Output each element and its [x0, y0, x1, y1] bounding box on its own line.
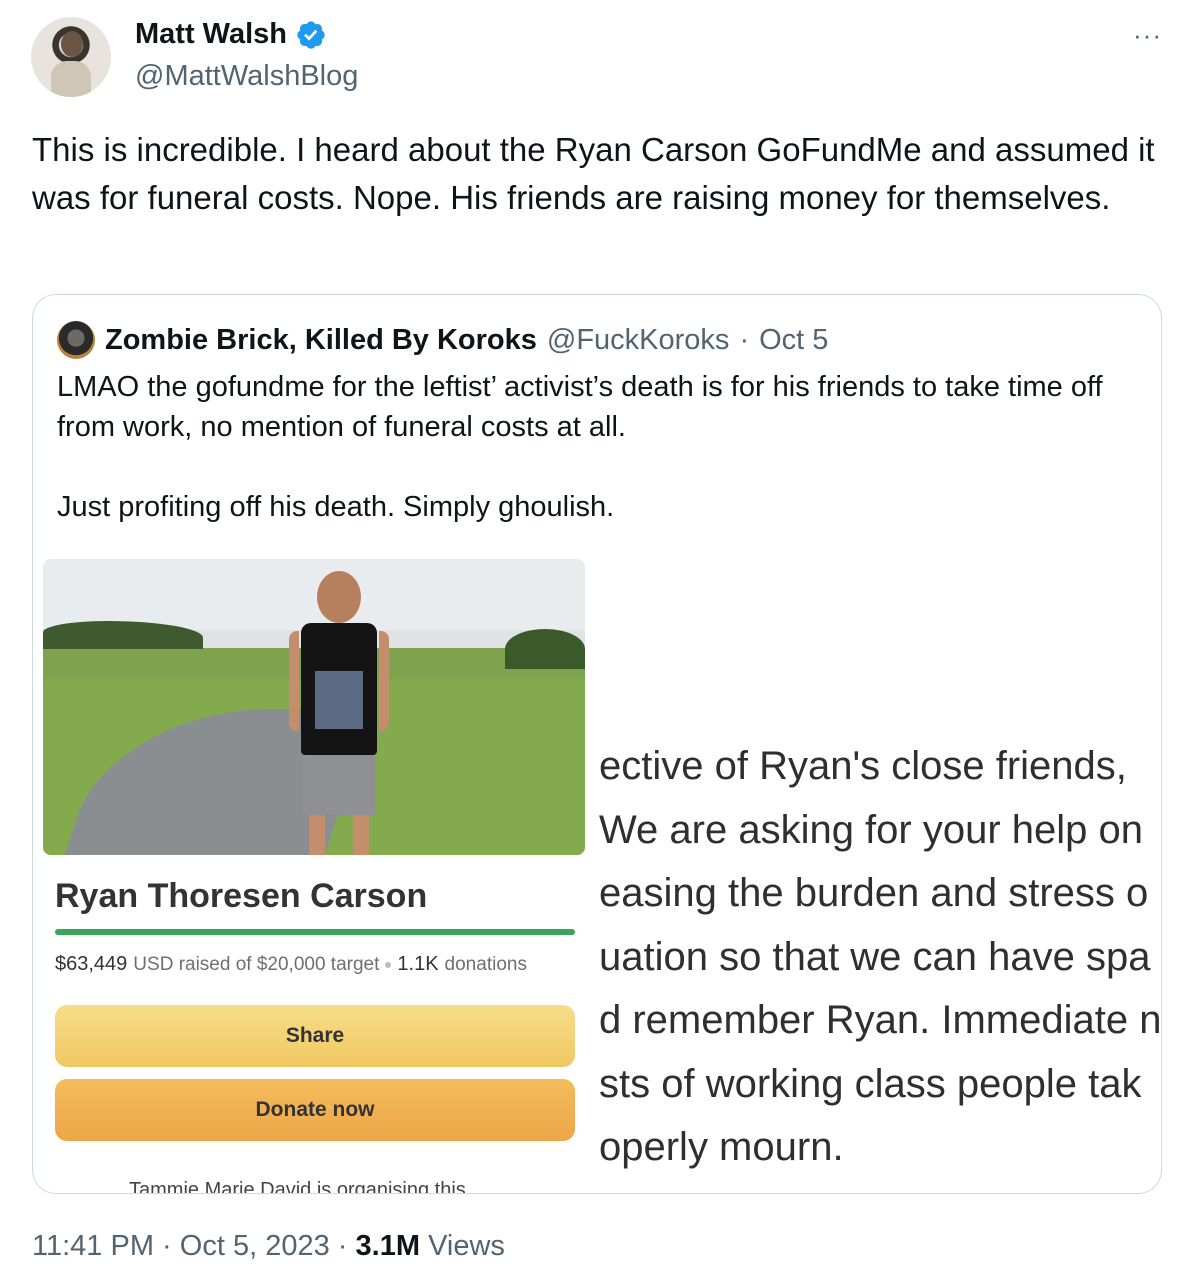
organiser-text: Tammie Marie David is organising this	[129, 1179, 466, 1194]
views-label: Views	[428, 1230, 505, 1262]
excerpt-line: sts of working class people tak	[599, 1061, 1142, 1106]
stats-dot-separator	[385, 961, 392, 968]
excerpt-line: operly mourn.	[599, 1125, 844, 1169]
person-head	[317, 571, 361, 623]
person-shorts	[303, 755, 375, 815]
fundraiser-stats: $63,449 USD raised of $20,000 target 1.1…	[55, 953, 527, 976]
avatar-head-shape	[61, 31, 83, 57]
raised-suffix: USD raised of $20,000 target	[133, 953, 380, 975]
person-legs	[309, 815, 369, 855]
tweet-metadata: 11:41 PM · Oct 5, 2023 · 3.1M Views	[32, 1230, 505, 1263]
excerpt-line: ective of Ryan's close friends,	[599, 744, 1127, 788]
quoted-author-avatar[interactable]	[57, 321, 95, 359]
quoted-author-name[interactable]: Zombie Brick, Killed By Koroks	[105, 324, 537, 357]
author-handle[interactable]: @MattWalshBlog	[135, 60, 358, 93]
avatar-body-shape	[51, 61, 91, 97]
meta-separator: ·	[162, 1230, 172, 1262]
donations-label: donations	[444, 953, 527, 975]
meta-separator: ·	[337, 1230, 348, 1262]
verified-badge-icon	[297, 20, 325, 49]
share-button: Share	[55, 1005, 575, 1067]
excerpt-line: uation so that we can have spa	[599, 934, 1151, 979]
photo-person	[289, 571, 389, 855]
excerpt-line: easing the burden and stress o	[599, 871, 1149, 915]
quoted-tweet-header: Zombie Brick, Killed By Koroks @FuckKoro…	[57, 321, 828, 359]
quoted-tweet-text: LMAO the gofundme for the leftist’ activ…	[57, 371, 1103, 523]
tweet-time[interactable]: 11:41 PM	[32, 1230, 154, 1262]
donations-count: 1.1K	[397, 953, 439, 975]
photo-trees-left	[43, 621, 203, 649]
person-shirt-print	[315, 671, 363, 729]
tweet-date[interactable]: Oct 5, 2023	[180, 1230, 330, 1262]
author-avatar[interactable]	[31, 17, 111, 97]
fundraiser-progress-bar	[55, 929, 575, 935]
author-display-name[interactable]: Matt Walsh	[135, 18, 287, 51]
quoted-tweet-date[interactable]: Oct 5	[759, 324, 828, 357]
photo-trees-right	[505, 629, 585, 669]
more-options-icon[interactable]: ···	[1133, 20, 1162, 51]
quoted-tweet[interactable]: Zombie Brick, Killed By Koroks @FuckKoro…	[32, 294, 1162, 1194]
donate-now-button: Donate now	[55, 1079, 575, 1141]
fundraiser-title: Ryan Thoresen Carson	[55, 877, 428, 915]
tweet-text: This is incredible. I heard about the Ry…	[32, 131, 1164, 216]
excerpt-line: d remember Ryan. Immediate n	[599, 998, 1162, 1042]
raised-amount: $63,449	[55, 953, 128, 975]
author-name-row: Matt Walsh	[135, 18, 327, 51]
excerpt-line: We are asking for your help on	[599, 807, 1144, 852]
quoted-author-handle[interactable]: @FuckKoroks	[547, 324, 730, 357]
fundraiser-photo	[43, 559, 585, 855]
views-count: 3.1M	[355, 1230, 420, 1262]
quoted-header-separator: ·	[739, 323, 750, 356]
fundraiser-description-excerpt: ective of Ryan's close friends, We are a…	[599, 735, 1162, 1180]
